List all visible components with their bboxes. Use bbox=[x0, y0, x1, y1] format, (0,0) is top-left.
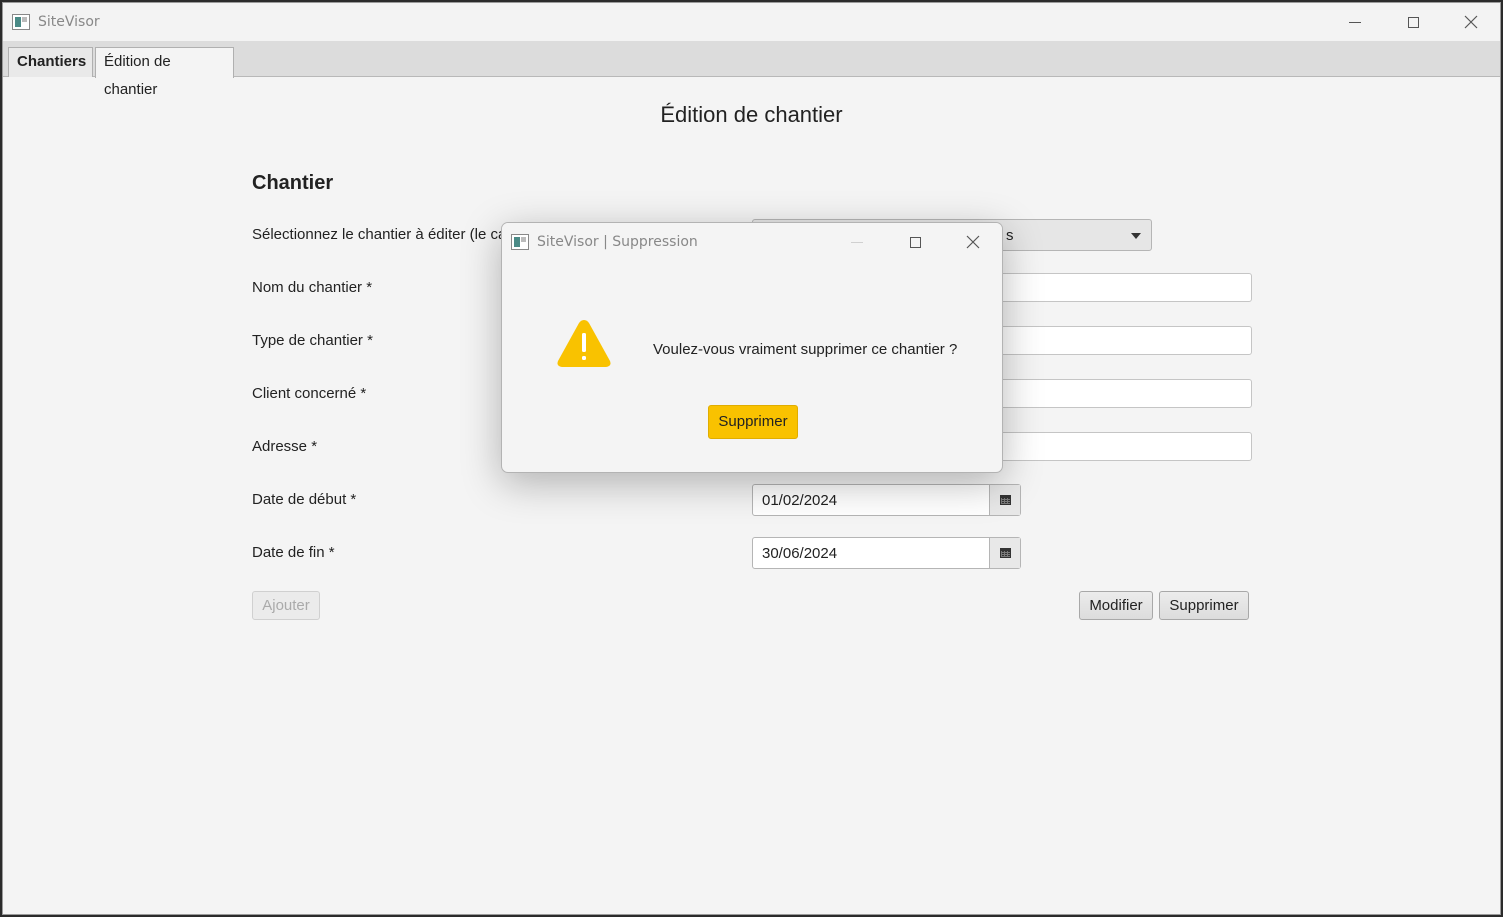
dialog-message: Voulez-vous vraiment supprimer ce chanti… bbox=[653, 341, 958, 358]
maximize-button[interactable] bbox=[1384, 3, 1442, 41]
start-date-label: Date de début * bbox=[252, 491, 357, 508]
modify-button[interactable]: Modifier bbox=[1079, 591, 1153, 620]
delete-confirm-dialog: SiteVisor | Suppression Voulez-vous vrai… bbox=[501, 222, 1003, 473]
start-date-calendar-button[interactable] bbox=[989, 485, 1020, 515]
delete-button[interactable]: Supprimer bbox=[1159, 591, 1249, 620]
tab-bar: Chantiers Édition de chantier bbox=[3, 41, 1500, 98]
title-bar: SiteVisor bbox=[3, 3, 1500, 41]
tab-edition-chantier[interactable]: Édition de chantier bbox=[95, 47, 234, 98]
dialog-close-button[interactable] bbox=[944, 223, 1002, 261]
chevron-down-icon bbox=[1131, 233, 1141, 239]
app-icon bbox=[12, 14, 30, 30]
dialog-title: SiteVisor | Suppression bbox=[537, 234, 698, 250]
tab-chantiers[interactable]: Chantiers bbox=[8, 47, 93, 77]
warning-icon bbox=[557, 320, 611, 367]
calendar-icon bbox=[999, 548, 1011, 558]
dialog-minimize-button[interactable] bbox=[828, 223, 886, 261]
maximize-icon bbox=[1407, 16, 1419, 28]
calendar-icon bbox=[999, 495, 1011, 505]
window-title: SiteVisor bbox=[38, 14, 100, 30]
start-date-value: 01/02/2024 bbox=[762, 492, 838, 509]
end-date-label: Date de fin * bbox=[252, 544, 335, 561]
confirm-delete-button[interactable]: Supprimer bbox=[708, 405, 798, 439]
minimize-icon bbox=[851, 241, 863, 243]
app-icon bbox=[511, 234, 529, 250]
add-button[interactable]: Ajouter bbox=[252, 591, 320, 620]
end-date-calendar-button[interactable] bbox=[989, 538, 1020, 568]
minimize-button[interactable] bbox=[1326, 3, 1384, 41]
address-label: Adresse * bbox=[252, 438, 318, 455]
start-date-picker[interactable]: 01/02/2024 bbox=[752, 484, 1021, 516]
close-button[interactable] bbox=[1442, 3, 1500, 41]
minimize-icon bbox=[1349, 21, 1361, 23]
chantier-select-value: s bbox=[1006, 227, 1014, 244]
section-title: Chantier bbox=[252, 172, 334, 194]
type-label: Type de chantier * bbox=[252, 332, 373, 349]
maximize-icon bbox=[909, 236, 921, 248]
page-title: Édition de chantier bbox=[660, 102, 843, 127]
close-icon bbox=[966, 235, 980, 249]
select-chantier-label: Sélectionnez le chantier à éditer (le ca bbox=[252, 226, 507, 243]
name-label: Nom du chantier * bbox=[252, 279, 373, 296]
end-date-picker[interactable]: 30/06/2024 bbox=[752, 537, 1021, 569]
client-label: Client concerné * bbox=[252, 385, 367, 402]
end-date-value: 30/06/2024 bbox=[762, 545, 838, 562]
dialog-title-bar: SiteVisor | Suppression bbox=[502, 223, 1002, 261]
close-icon bbox=[1464, 15, 1478, 29]
dialog-maximize-button[interactable] bbox=[886, 223, 944, 261]
